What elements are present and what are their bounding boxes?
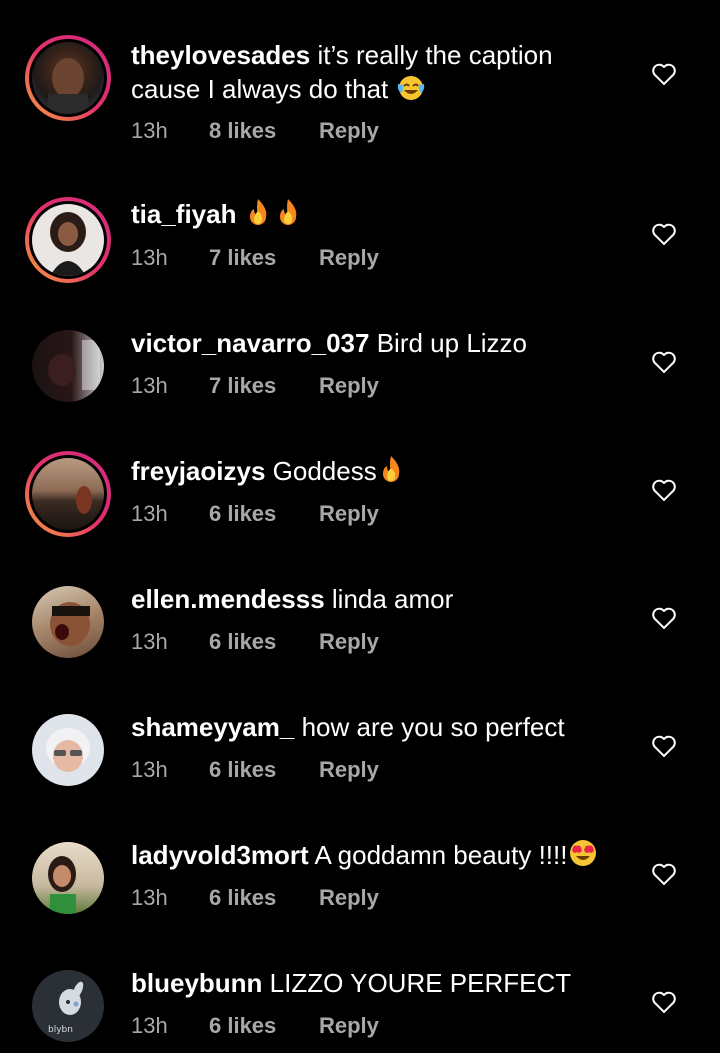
- comment-username[interactable]: victor_navarro_037: [131, 328, 369, 358]
- fire-emoji-icon: [377, 454, 407, 492]
- comment-time: 13h: [131, 629, 168, 654]
- heart-icon[interactable]: [651, 350, 677, 374]
- comment-text: how are you so perfect: [301, 712, 565, 742]
- avatar: [32, 204, 104, 276]
- comment-username[interactable]: ellen.mendesss: [131, 584, 325, 614]
- comment-time: 13h: [131, 885, 168, 910]
- reply-button[interactable]: Reply: [319, 885, 379, 911]
- heart-icon[interactable]: [651, 606, 677, 630]
- comment-likes[interactable]: 7 likes: [209, 373, 319, 399]
- comment-username[interactable]: shameyyam_: [131, 712, 294, 742]
- avatar: [32, 330, 104, 402]
- reply-button[interactable]: Reply: [319, 1013, 379, 1039]
- fire-emoji-icon: [244, 197, 304, 235]
- comment-username[interactable]: freyjaoizys: [131, 456, 265, 486]
- avatar-story-ring[interactable]: [25, 35, 111, 121]
- comment-text: linda amor: [331, 584, 454, 614]
- avatar: [32, 714, 104, 786]
- avatar-wrapper[interactable]: [25, 579, 111, 665]
- comment-time: 13h: [131, 118, 168, 143]
- laughing-crying-emoji-icon: [396, 74, 426, 110]
- comment-text: LIZZO YOURE PERFECT: [269, 968, 572, 998]
- avatar-wrapper[interactable]: blybn: [25, 963, 111, 1049]
- avatar-caption: blybn: [48, 1025, 73, 1035]
- avatar-story-ring[interactable]: [25, 451, 111, 537]
- avatar-story-ring[interactable]: [25, 197, 111, 283]
- reply-button[interactable]: Reply: [319, 757, 379, 783]
- comment-username[interactable]: blueybunn: [131, 968, 262, 998]
- comment-likes[interactable]: 6 likes: [209, 501, 319, 527]
- comment-likes[interactable]: 6 likes: [209, 885, 319, 911]
- comment-time: 13h: [131, 501, 168, 526]
- comment-username[interactable]: theylovesades: [131, 40, 310, 70]
- reply-button[interactable]: Reply: [319, 373, 379, 399]
- comment-time: 13h: [131, 245, 168, 270]
- comment-text: Bird up Lizzo: [376, 328, 528, 358]
- heart-eyes-emoji-icon: [567, 838, 599, 876]
- comment-text: cause I always do that: [131, 74, 389, 104]
- comment-username[interactable]: ladyvold3mort: [131, 840, 309, 870]
- reply-button[interactable]: Reply: [319, 501, 379, 527]
- comment-likes[interactable]: 6 likes: [209, 1013, 319, 1039]
- heart-icon[interactable]: [651, 478, 677, 502]
- avatar: [32, 842, 104, 914]
- comment-text: Goddess: [272, 456, 377, 486]
- avatar: [32, 42, 104, 114]
- avatar: [32, 586, 104, 658]
- comment-time: 13h: [131, 757, 168, 782]
- avatar-wrapper[interactable]: [25, 835, 111, 921]
- comment-time: 13h: [131, 373, 168, 398]
- avatar: blybn: [32, 970, 104, 1042]
- comment-text: it’s really the caption: [317, 40, 553, 70]
- heart-icon[interactable]: [651, 222, 677, 246]
- comment-time: 13h: [131, 1013, 168, 1038]
- reply-button[interactable]: Reply: [319, 118, 379, 144]
- comment-username[interactable]: tia_fiyah: [131, 199, 237, 229]
- avatar: [32, 458, 104, 530]
- comment-likes[interactable]: 6 likes: [209, 629, 319, 655]
- avatar-wrapper[interactable]: [25, 707, 111, 793]
- reply-button[interactable]: Reply: [319, 629, 379, 655]
- avatar-wrapper[interactable]: [25, 323, 111, 409]
- heart-icon[interactable]: [651, 62, 677, 86]
- comment-likes[interactable]: 8 likes: [209, 118, 319, 144]
- heart-icon[interactable]: [651, 990, 677, 1014]
- reply-button[interactable]: Reply: [319, 245, 379, 271]
- comment-text: A goddamn beauty !!!!: [314, 840, 568, 870]
- comment-likes[interactable]: 6 likes: [209, 757, 319, 783]
- comment-likes[interactable]: 7 likes: [209, 245, 319, 271]
- heart-icon[interactable]: [651, 862, 677, 886]
- heart-icon[interactable]: [651, 734, 677, 758]
